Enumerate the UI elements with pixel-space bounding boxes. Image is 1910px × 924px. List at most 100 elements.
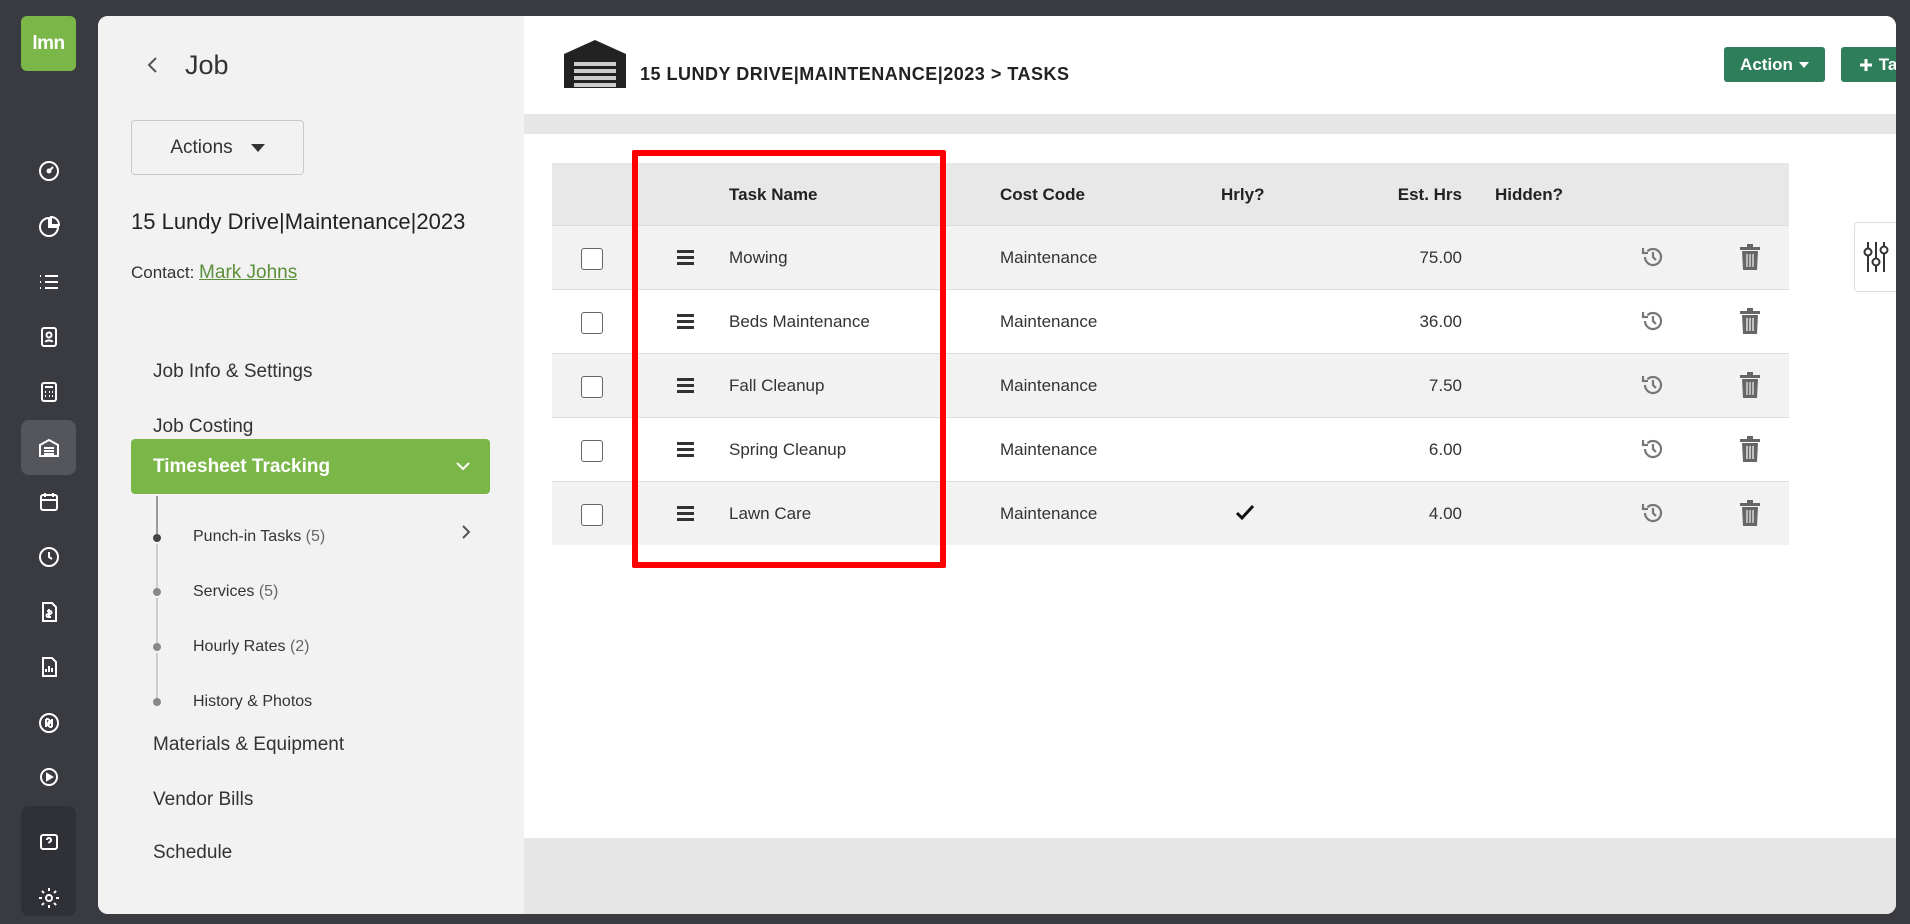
col-hidden[interactable]: Hidden? xyxy=(1495,185,1563,205)
calculator-icon[interactable] xyxy=(21,364,76,419)
row-checkbox[interactable] xyxy=(581,248,603,270)
sub-item-count: (5) xyxy=(305,528,326,545)
logo-text: lmn xyxy=(32,32,65,54)
add-task-button[interactable]: Task xyxy=(1841,47,1896,82)
trash-icon[interactable] xyxy=(1739,436,1761,462)
history-icon[interactable] xyxy=(1640,500,1666,526)
caret-down-icon xyxy=(250,143,265,152)
header-divider xyxy=(524,114,1896,134)
history-icon[interactable] xyxy=(1640,436,1666,462)
sub-item-hourly-rates[interactable]: Hourly Rates (2) xyxy=(193,638,310,656)
panel-title: Job xyxy=(185,50,229,80)
history-icon[interactable] xyxy=(1640,308,1666,334)
jobs-icon[interactable] xyxy=(21,420,76,475)
report-icon[interactable] xyxy=(21,639,76,694)
task-name-cell: Mowing xyxy=(729,248,788,267)
job-panel: Job Actions 15 Lundy Drive|Maintenance|2… xyxy=(98,16,524,914)
col-hourly[interactable]: Hrly? xyxy=(1221,185,1264,205)
row-checkbox[interactable] xyxy=(581,504,603,526)
action-dropdown-button[interactable]: Action xyxy=(1724,47,1825,82)
est-hrs-cell: 6.00 xyxy=(1428,440,1462,459)
chevron-down-icon xyxy=(456,462,470,471)
table-row: Mowing Maintenance 75.00 xyxy=(552,225,1789,289)
contact-line: Contact: Mark Johns xyxy=(131,262,297,284)
main-card: Job Actions 15 Lundy Drive|Maintenance|2… xyxy=(98,16,1896,914)
actions-dropdown[interactable]: Actions xyxy=(131,120,304,175)
col-est-hrs[interactable]: Est. Hrs xyxy=(1368,185,1462,205)
sub-tree-dot xyxy=(153,534,161,542)
help-icon[interactable] xyxy=(21,815,76,870)
trash-icon[interactable] xyxy=(1739,500,1761,526)
sub-item-punch-in-tasks[interactable]: Punch-in Tasks (5) xyxy=(193,528,325,546)
sliders-icon xyxy=(1863,242,1888,272)
tasks-table: Task Name Cost Code Hrly? Est. Hrs Hidde… xyxy=(552,163,1789,545)
column-settings-tab[interactable] xyxy=(1854,222,1896,292)
quickbooks-icon[interactable] xyxy=(21,695,76,750)
settings-icon[interactable] xyxy=(21,870,76,924)
sub-item-label: History & Photos xyxy=(193,693,313,710)
calendar-icon[interactable] xyxy=(21,474,76,529)
est-hrs-cell: 4.00 xyxy=(1428,504,1462,523)
lmn-logo[interactable]: lmn xyxy=(21,16,76,71)
plus-icon xyxy=(1859,58,1872,71)
nav-schedule[interactable]: Schedule xyxy=(153,842,232,860)
task-name-cell: Spring Cleanup xyxy=(729,440,847,459)
nav-timesheet-tracking[interactable]: Timesheet Tracking xyxy=(131,439,490,494)
job-name: 15 Lundy Drive|Maintenance|2023 xyxy=(131,209,466,234)
clock-icon[interactable] xyxy=(21,529,76,584)
sub-item-history-photos[interactable]: History & Photos xyxy=(193,693,312,711)
drag-handle-icon[interactable] xyxy=(677,250,694,265)
sub-item-count: (2) xyxy=(289,638,310,655)
row-checkbox[interactable] xyxy=(581,440,603,462)
contact-label: Contact: xyxy=(131,263,195,282)
sub-tree-dot xyxy=(153,588,161,596)
chevron-right-icon[interactable] xyxy=(458,523,474,541)
cost-code-cell: Maintenance xyxy=(1000,376,1098,395)
nav-timesheet-label: Timesheet Tracking xyxy=(153,455,331,477)
actions-label: Actions xyxy=(170,136,233,158)
contact-card-icon[interactable] xyxy=(21,309,76,364)
est-hrs-cell: 7.50 xyxy=(1428,376,1462,395)
history-icon[interactable] xyxy=(1640,372,1666,398)
cost-code-cell: Maintenance xyxy=(1000,440,1098,459)
contact-link[interactable]: Mark Johns xyxy=(199,262,297,283)
nav-job-info[interactable]: Job Info & Settings xyxy=(153,361,313,383)
sub-tree-dot xyxy=(153,643,161,651)
checkmark-icon xyxy=(1235,504,1255,521)
play-icon[interactable] xyxy=(21,749,76,804)
pie-chart-icon[interactable] xyxy=(21,199,76,254)
nav-job-costing[interactable]: Job Costing xyxy=(153,416,253,438)
trash-icon[interactable] xyxy=(1739,308,1761,334)
col-cost-code[interactable]: Cost Code xyxy=(1000,185,1085,205)
drag-handle-icon[interactable] xyxy=(677,442,694,457)
nav-materials-equipment[interactable]: Materials & Equipment xyxy=(153,734,344,756)
drag-handle-icon[interactable] xyxy=(677,314,694,329)
history-icon[interactable] xyxy=(1640,244,1666,270)
trash-icon[interactable] xyxy=(1739,244,1761,270)
breadcrumb: 15 LUNDY DRIVE|MAINTENANCE|2023 > TASKS xyxy=(640,64,1070,84)
row-checkbox[interactable] xyxy=(581,312,603,334)
nav-vendor-bills[interactable]: Vendor Bills xyxy=(153,789,253,811)
back-chevron-icon[interactable] xyxy=(142,54,164,76)
drag-handle-icon[interactable] xyxy=(677,506,694,521)
sub-item-services[interactable]: Services (5) xyxy=(193,583,278,601)
task-name-cell: Lawn Care xyxy=(729,504,812,523)
tasks-content: 15 LUNDY DRIVE|MAINTENANCE|2023 > TASKS … xyxy=(524,16,1896,914)
table-row: Fall Cleanup Maintenance 7.50 xyxy=(552,353,1789,417)
task-name-cell: Fall Cleanup xyxy=(729,376,825,395)
app-rail: lmn xyxy=(0,0,98,924)
est-hrs-cell: 75.00 xyxy=(1419,248,1462,267)
sub-item-label: Services xyxy=(193,583,255,600)
trash-icon[interactable] xyxy=(1739,372,1761,398)
drag-handle-icon[interactable] xyxy=(677,378,694,393)
row-checkbox[interactable] xyxy=(581,376,603,398)
invoice-icon[interactable] xyxy=(21,584,76,639)
col-task-name[interactable]: Task Name xyxy=(729,185,818,205)
list-icon[interactable] xyxy=(21,254,76,309)
cost-code-cell: Maintenance xyxy=(1000,312,1098,331)
table-row: Beds Maintenance Maintenance 36.00 xyxy=(552,289,1789,353)
dashboard-icon[interactable] xyxy=(21,143,76,198)
est-hrs-cell: 36.00 xyxy=(1419,312,1462,331)
caret-down-icon xyxy=(1798,61,1809,68)
table-row: Lawn Care Maintenance 4.00 xyxy=(552,481,1789,545)
